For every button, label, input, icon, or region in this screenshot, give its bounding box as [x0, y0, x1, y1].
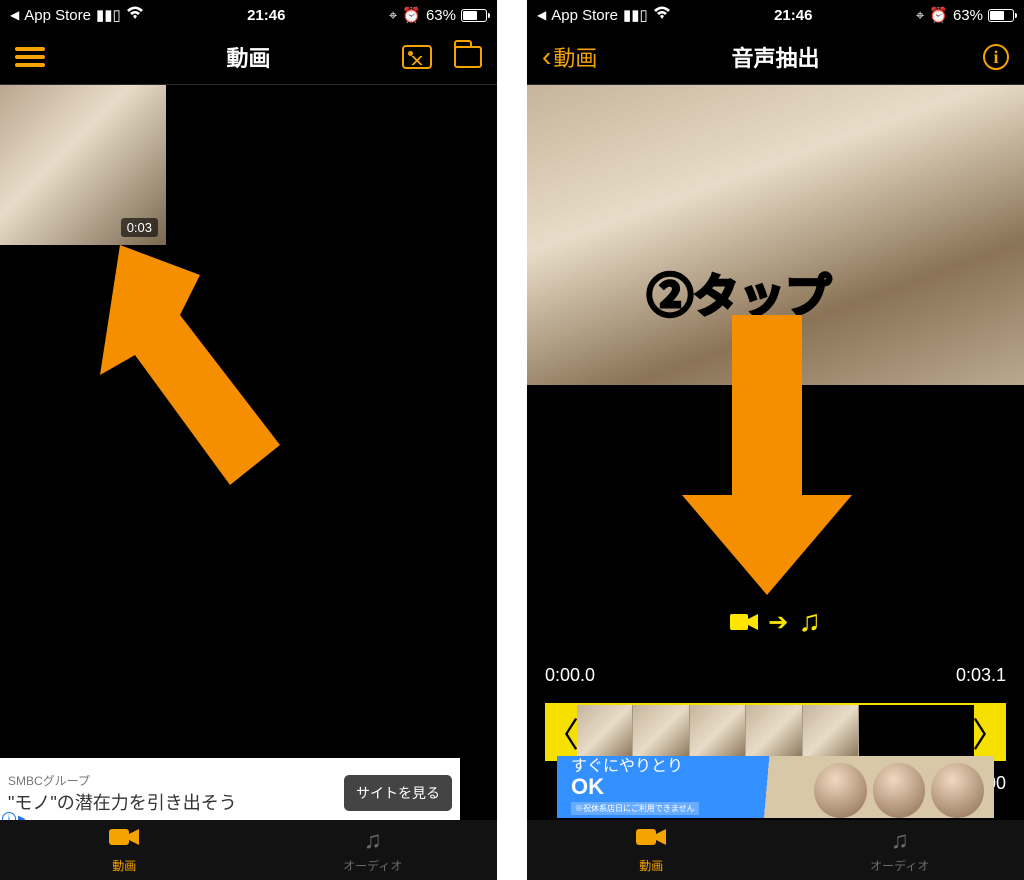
back-to-app-label[interactable]: App Store: [24, 7, 91, 24]
frame-thumb: [803, 705, 859, 759]
status-time: 21:46: [247, 7, 285, 24]
frame-thumb: [746, 705, 802, 759]
annotation-label: ①タップ: [180, 465, 364, 531]
page-title: 音声抽出: [527, 41, 1024, 73]
ad-line2: OK: [571, 776, 699, 798]
back-button[interactable]: ‹ 動画: [542, 41, 597, 73]
video-preview[interactable]: [527, 85, 1024, 385]
wifi-icon: [653, 6, 671, 24]
location-icon: ⌖: [916, 7, 924, 24]
audio-icon: ♫: [364, 827, 382, 855]
tab-audio-label: オーディオ: [870, 857, 929, 874]
status-bar: ◀ App Store ▮▮▯ 21:46 ⌖ ⏰ 63%: [527, 0, 1024, 30]
video-icon: [730, 612, 758, 632]
gallery-icon[interactable]: [402, 45, 432, 69]
track-empty: [859, 705, 974, 759]
alarm-icon: ⏰: [929, 6, 948, 24]
music-icon: ♫: [798, 605, 821, 639]
back-label: 動画: [553, 41, 597, 73]
time-range: 0:00.0 0:03.1: [545, 665, 1006, 686]
video-grid: 0:03 ①タップ SMBCグループ "モノ"の潜在力を引き出そう サイトを見る…: [0, 85, 497, 880]
right-screenshot: ◀ App Store ▮▮▯ 21:46 ⌖ ⏰ 63% ‹ 動画 音声抽出 …: [527, 0, 1024, 880]
video-thumbnail[interactable]: 0:03: [0, 85, 166, 245]
arrow-right-icon: ➔: [768, 608, 788, 637]
battery-percent: 63%: [426, 7, 456, 24]
battery-icon: [461, 9, 487, 22]
alarm-icon: ⏰: [402, 6, 421, 24]
tab-bar: 動画 ♫ オーディオ: [0, 820, 497, 880]
back-to-app-icon[interactable]: ◀: [10, 8, 19, 22]
trim-bar[interactable]: 〈 〉: [545, 703, 1006, 761]
end-time: 0:03.1: [956, 665, 1006, 686]
ad-body: "モノ"の潜在力を引き出そう: [8, 789, 334, 815]
frame-thumb: [577, 705, 633, 759]
tab-audio[interactable]: ♫ オーディオ: [776, 820, 1024, 880]
ad-banner[interactable]: SMBCグループ "モノ"の潜在力を引き出そう サイトを見る i▶: [0, 758, 460, 828]
frame-thumb: [690, 705, 746, 759]
tab-video[interactable]: 動画: [527, 820, 776, 880]
tab-audio[interactable]: ♫ オーディオ: [249, 820, 498, 880]
start-time: 0:00.0: [545, 665, 595, 686]
ad-sub: ※祝休系店日にご利用できません: [571, 802, 699, 815]
annotation-arrow-icon: [80, 215, 310, 515]
extract-button[interactable]: ➔ ♫: [527, 605, 1024, 639]
ad-people-image: [814, 756, 984, 818]
nav-bar: 動画: [0, 30, 497, 85]
nav-bar: ‹ 動画 音声抽出 i: [527, 30, 1024, 85]
info-icon[interactable]: i: [983, 44, 1009, 70]
status-bar: ◀ App Store ▮▮▯ 21:46 ⌖ ⏰ 63%: [0, 0, 497, 30]
tab-video[interactable]: 動画: [0, 820, 249, 880]
separator: [497, 0, 527, 880]
status-time: 21:46: [774, 7, 812, 24]
wifi-icon: [126, 6, 144, 24]
battery-icon: [988, 9, 1014, 22]
trim-handle-left[interactable]: 〈: [547, 705, 577, 759]
tab-audio-label: オーディオ: [343, 857, 402, 874]
menu-icon[interactable]: [15, 47, 45, 67]
trim-track[interactable]: [577, 705, 974, 759]
signal-icon: ▮▮▯: [96, 6, 121, 24]
trim-handle-right[interactable]: 〉: [974, 705, 1004, 759]
extract-area: ②タップ ➔ ♫ 0:00.0 0:03.1 〈 〉 0:00: [527, 85, 1024, 880]
battery-percent: 63%: [953, 7, 983, 24]
ad-cta-button[interactable]: サイトを見る: [344, 775, 452, 811]
left-screenshot: ◀ App Store ▮▮▯ 21:46 ⌖ ⏰ 63% 動画 0:03: [0, 0, 497, 880]
back-to-app-label[interactable]: App Store: [551, 7, 618, 24]
folder-icon[interactable]: [454, 46, 482, 68]
thumbnail-duration: 0:03: [121, 218, 158, 237]
frame-thumb: [633, 705, 689, 759]
ad-head: SMBCグループ: [8, 772, 334, 789]
chevron-left-icon: ‹: [542, 43, 551, 71]
back-to-app-icon[interactable]: ◀: [537, 8, 546, 22]
ad-banner[interactable]: すぐにやりとり OK ※祝休系店日にご利用できません: [557, 756, 994, 818]
audio-icon: ♫: [891, 827, 909, 855]
location-icon: ⌖: [389, 7, 397, 24]
signal-icon: ▮▮▯: [623, 6, 648, 24]
tab-bar: 動画 ♫ オーディオ: [527, 820, 1024, 880]
video-icon: [636, 826, 666, 855]
tab-video-label: 動画: [639, 857, 663, 874]
tab-video-label: 動画: [112, 857, 136, 874]
video-icon: [109, 826, 139, 855]
